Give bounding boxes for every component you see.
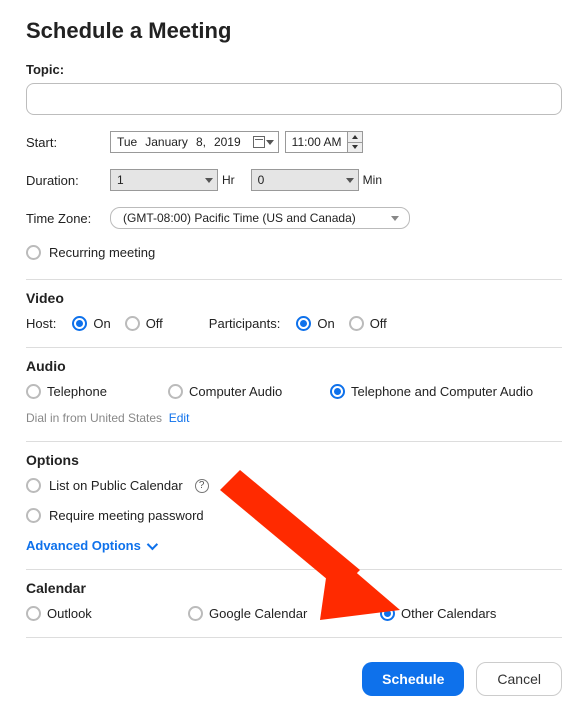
dialin-text: Dial in from United States — [26, 411, 162, 425]
start-weekday: Tue — [117, 135, 137, 149]
schedule-button[interactable]: Schedule — [362, 662, 464, 696]
chevron-down-icon — [266, 140, 274, 145]
advanced-options-toggle[interactable]: Advanced Options — [26, 538, 155, 553]
recurring-checkbox[interactable]: Recurring meeting — [26, 245, 155, 260]
start-time-value: 11:00 AM — [286, 135, 348, 149]
password-checkbox[interactable]: Require meeting password — [26, 508, 204, 523]
duration-minutes-select[interactable]: 0 — [251, 169, 359, 191]
hours-unit: Hr — [222, 173, 235, 187]
start-label: Start: — [26, 135, 104, 150]
duration-hours-value: 1 — [117, 173, 124, 187]
audio-telephone-radio[interactable]: Telephone — [26, 384, 136, 399]
public-calendar-checkbox[interactable]: List on Public Calendar ? — [26, 478, 209, 493]
topic-input[interactable] — [26, 83, 562, 115]
minutes-unit: Min — [363, 173, 382, 187]
options-section-title: Options — [26, 452, 562, 468]
host-label: Host: — [26, 316, 56, 331]
duration-label: Duration: — [26, 173, 104, 188]
start-day: 8, — [196, 135, 206, 149]
timezone-label: Time Zone: — [26, 211, 104, 226]
start-time-picker[interactable]: 11:00 AM — [285, 131, 364, 153]
topic-label: Topic: — [26, 62, 562, 77]
participants-label: Participants: — [209, 316, 281, 331]
chevron-down-icon — [147, 538, 158, 549]
help-icon[interactable]: ? — [195, 479, 209, 493]
calendar-outlook-radio[interactable]: Outlook — [26, 606, 156, 621]
timezone-select[interactable]: (GMT-08:00) Pacific Time (US and Canada) — [110, 207, 410, 229]
time-spin-down[interactable] — [348, 143, 362, 153]
start-date-picker[interactable]: Tue January 8, 2019 — [110, 131, 279, 153]
cancel-button[interactable]: Cancel — [476, 662, 562, 696]
video-section-title: Video — [26, 290, 562, 306]
public-calendar-label: List on Public Calendar — [49, 478, 183, 493]
start-year: 2019 — [214, 135, 241, 149]
time-spin-up[interactable] — [348, 132, 362, 143]
chevron-down-icon — [346, 178, 354, 183]
calendar-icon — [253, 136, 265, 148]
participants-on-radio[interactable]: On — [296, 316, 334, 331]
participants-off-radio[interactable]: Off — [349, 316, 387, 331]
chevron-down-icon — [352, 145, 358, 149]
password-label: Require meeting password — [49, 508, 204, 523]
host-off-radio[interactable]: Off — [125, 316, 163, 331]
audio-both-radio[interactable]: Telephone and Computer Audio — [330, 384, 533, 399]
chevron-up-icon — [352, 135, 358, 139]
audio-section-title: Audio — [26, 358, 562, 374]
chevron-down-icon — [391, 216, 399, 221]
dialin-edit-link[interactable]: Edit — [169, 411, 190, 425]
start-month: January — [145, 135, 188, 149]
calendar-google-radio[interactable]: Google Calendar — [188, 606, 348, 621]
advanced-options-label: Advanced Options — [26, 538, 141, 553]
audio-computer-radio[interactable]: Computer Audio — [168, 384, 298, 399]
page-title: Schedule a Meeting — [26, 18, 562, 44]
calendar-other-radio[interactable]: Other Calendars — [380, 606, 496, 621]
timezone-value: (GMT-08:00) Pacific Time (US and Canada) — [123, 211, 356, 225]
host-on-radio[interactable]: On — [72, 316, 110, 331]
duration-minutes-value: 0 — [258, 173, 265, 187]
duration-hours-select[interactable]: 1 — [110, 169, 218, 191]
calendar-section-title: Calendar — [26, 580, 562, 596]
chevron-down-icon — [205, 178, 213, 183]
recurring-label: Recurring meeting — [49, 245, 155, 260]
